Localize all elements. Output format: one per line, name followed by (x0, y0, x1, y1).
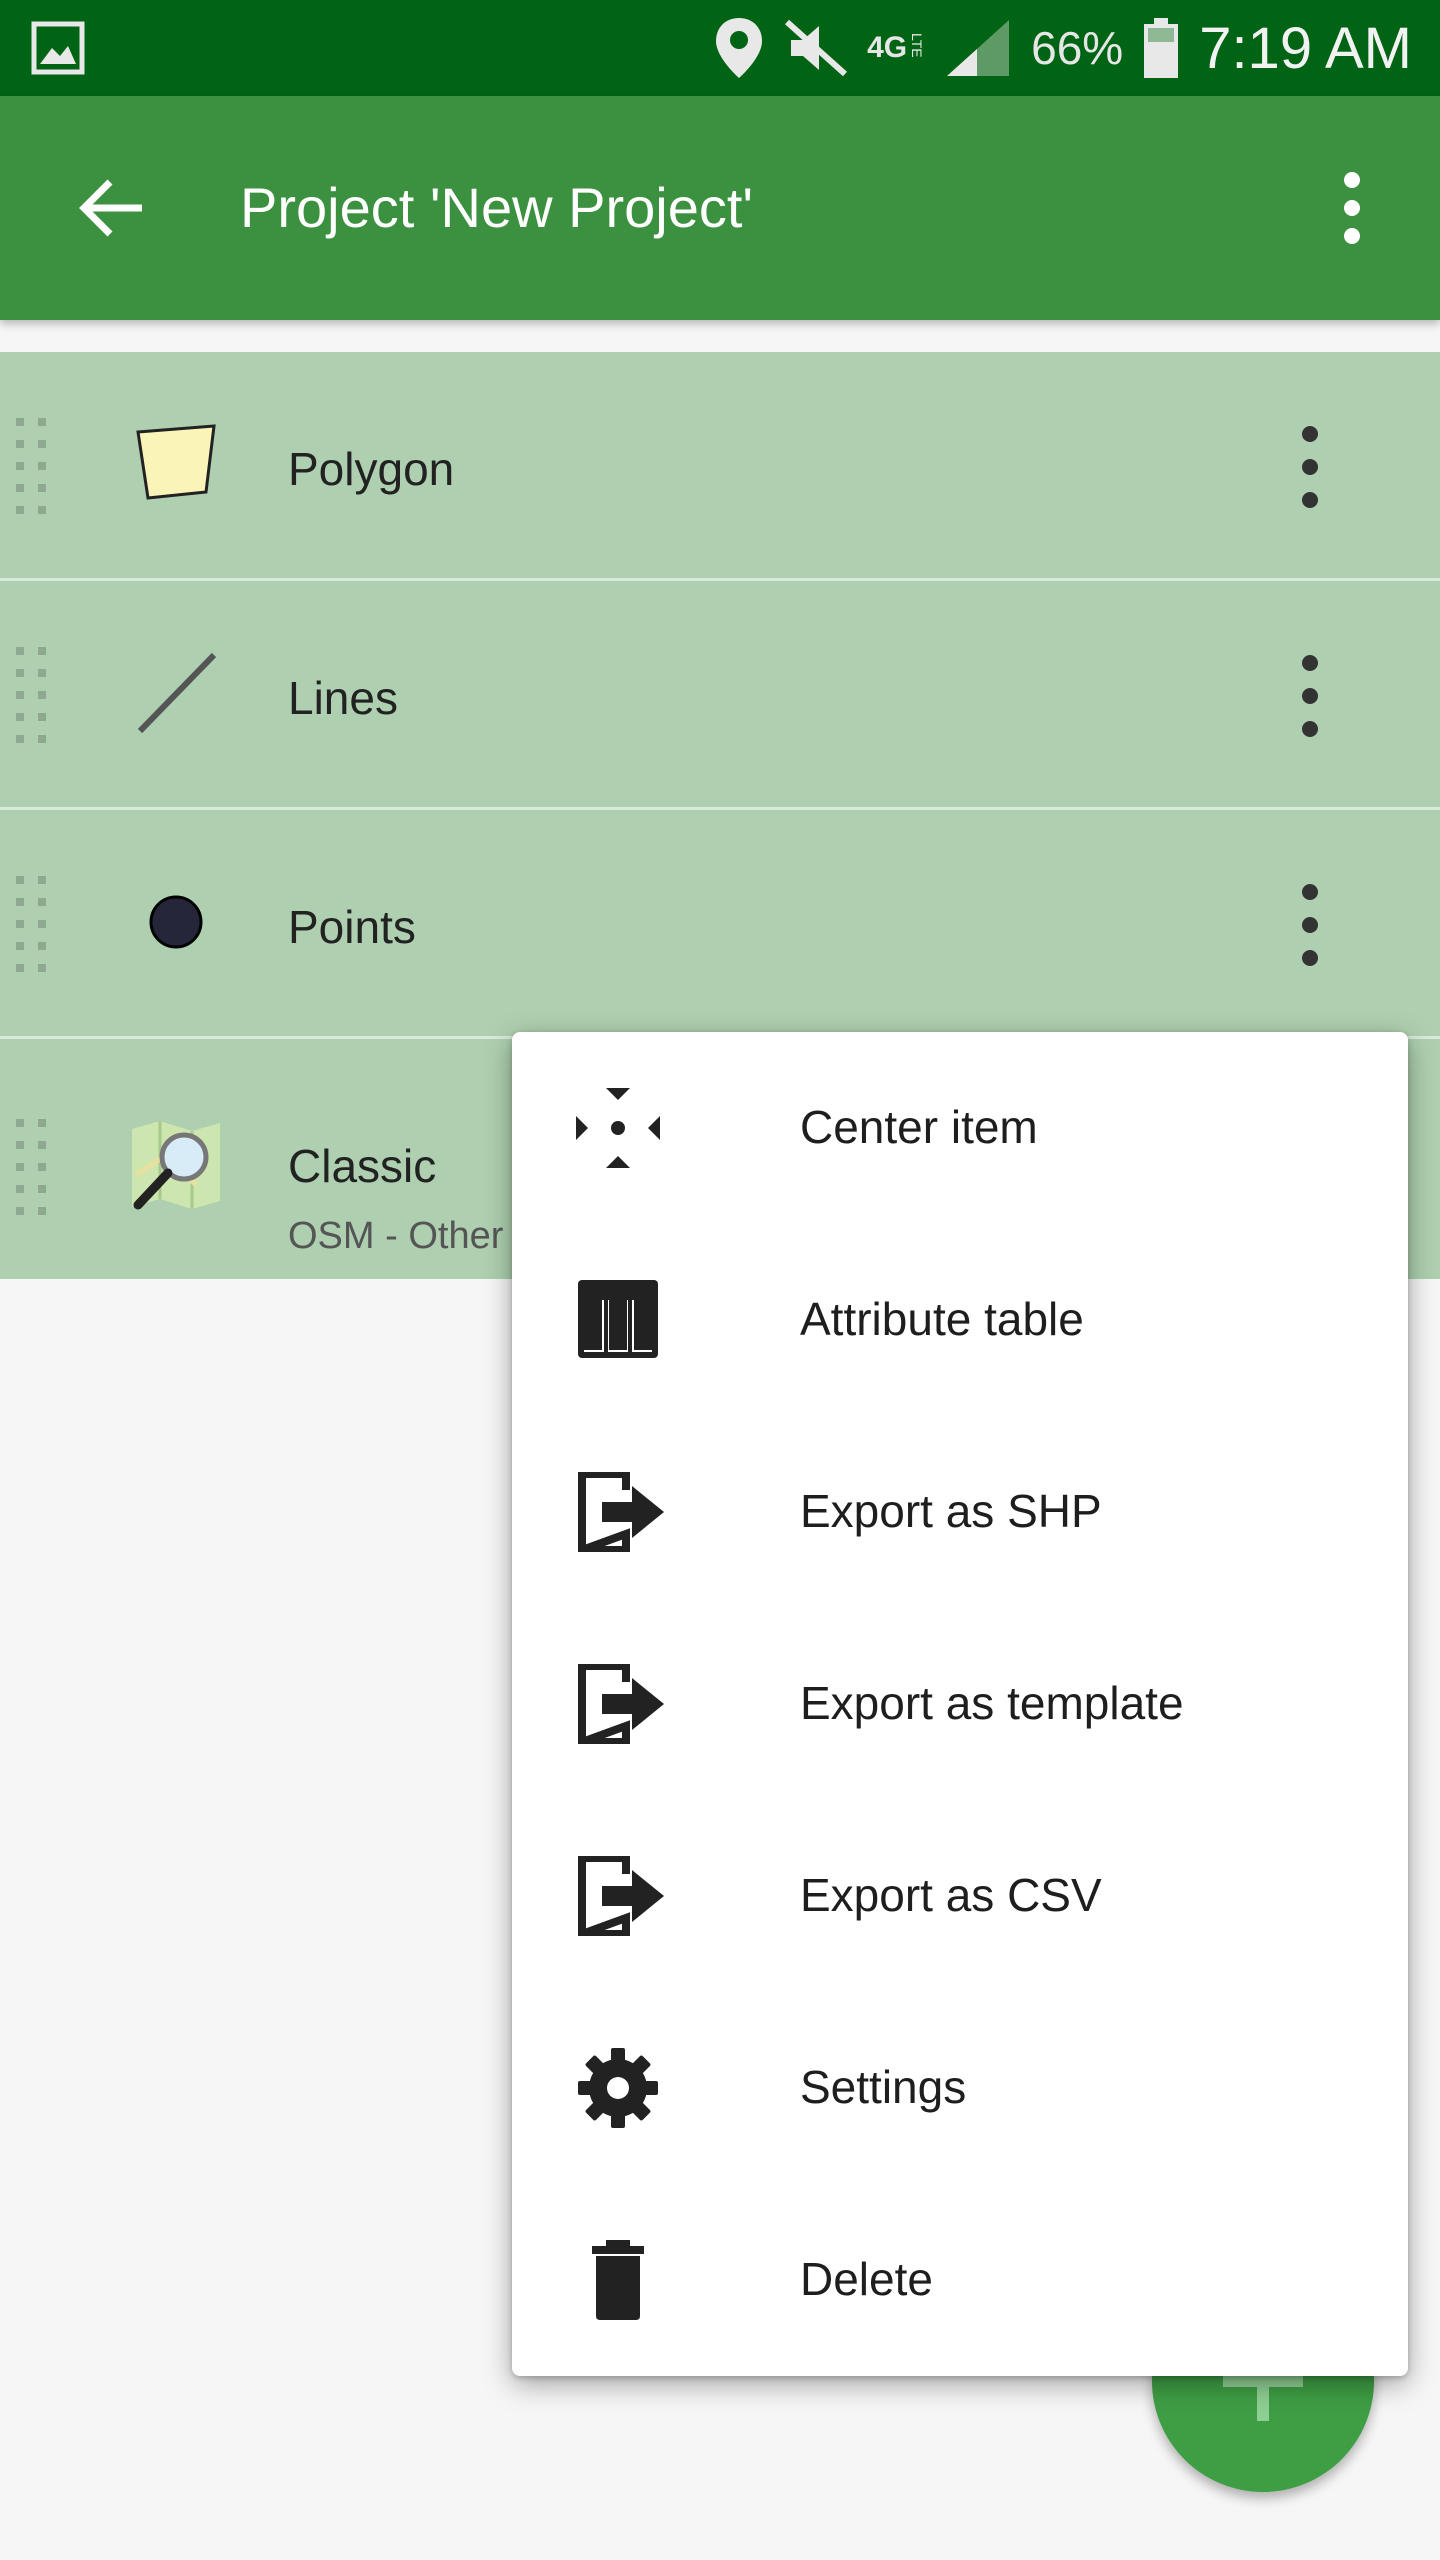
menu-item-label: Export as template (800, 1677, 1184, 1729)
signal-icon (947, 20, 1010, 76)
battery-percent: 66% (1031, 22, 1124, 74)
menu-item-center-item[interactable]: Center item (512, 1032, 1408, 1224)
menu-item-export-csv[interactable]: Export as CSV (512, 1800, 1408, 1992)
more-vert-icon[interactable] (1290, 641, 1330, 751)
menu-item-label: Delete (800, 2253, 933, 2305)
more-vert-icon[interactable] (1290, 412, 1330, 522)
drag-handle-icon[interactable] (14, 874, 50, 974)
menu-item-delete[interactable]: Delete (512, 2184, 1408, 2376)
page-title: Project 'New Project' (240, 176, 754, 239)
point-icon (149, 895, 203, 949)
network-label: 4G (867, 31, 908, 64)
layer-context-menu: Center item Attribute table Export as SH… (512, 1032, 1408, 2376)
battery-icon (1144, 18, 1179, 78)
menu-item-export-shp[interactable]: Export as SHP (512, 1416, 1408, 1608)
layer-row-polygon[interactable]: Polygon (0, 352, 1440, 581)
more-vert-icon[interactable] (1290, 870, 1330, 980)
menu-item-label: Export as CSV (800, 1869, 1102, 1921)
trash-icon (592, 2240, 644, 2320)
more-vert-icon[interactable] (1320, 168, 1384, 248)
gear-icon (578, 2048, 658, 2128)
mute-icon (785, 19, 848, 77)
layer-label: Points (288, 901, 416, 953)
drag-handle-icon[interactable] (14, 416, 50, 516)
export-icon (578, 1856, 664, 1936)
layer-label: Polygon (288, 443, 455, 495)
layer-sublabel: OSM - Other (288, 1215, 504, 1257)
app-bar: Project 'New Project' (0, 96, 1440, 320)
menu-item-label: Export as SHP (800, 1485, 1102, 1537)
drag-handle-icon[interactable] (14, 645, 50, 745)
layer-label: Lines (288, 672, 398, 724)
clock: 7:19 AM (1199, 15, 1412, 81)
polygon-icon (136, 424, 216, 500)
layer-row-lines[interactable]: Lines (0, 581, 1440, 810)
table-icon (578, 1280, 658, 1358)
menu-item-label: Settings (800, 2061, 967, 2113)
menu-item-settings[interactable]: Settings (512, 1992, 1408, 2184)
status-bar: 4G LTE 66% 7:19 AM (0, 0, 1440, 96)
drag-handle-icon[interactable] (14, 1117, 50, 1217)
network-icon: 4G LTE (867, 33, 925, 63)
center-focus-icon (576, 1088, 660, 1168)
map-search-icon (132, 1121, 220, 1210)
network-sub-label: LTE (909, 33, 926, 58)
arrow-back-icon[interactable] (72, 168, 152, 248)
gallery-icon (31, 21, 85, 75)
line-icon (137, 652, 217, 734)
export-icon (578, 1664, 664, 1744)
menu-item-label: Center item (800, 1101, 1038, 1153)
layer-label: Classic (288, 1140, 437, 1192)
layer-row-points[interactable]: Points (0, 810, 1440, 1039)
location-icon (716, 18, 763, 78)
menu-item-label: Attribute table (800, 1293, 1084, 1345)
export-icon (578, 1472, 664, 1552)
menu-item-export-template[interactable]: Export as template (512, 1608, 1408, 1800)
menu-item-attribute-table[interactable]: Attribute table (512, 1224, 1408, 1416)
